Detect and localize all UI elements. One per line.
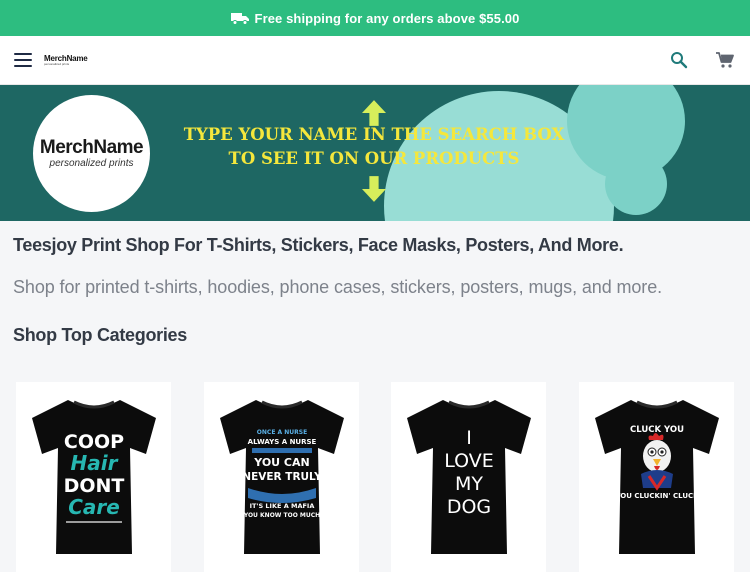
shirt-line: Care bbox=[68, 495, 120, 519]
shirt-line: NEVER TRULY bbox=[242, 471, 322, 483]
banner-logo-name: MerchName bbox=[39, 137, 144, 158]
shirt-line: ALWAYS A NURSE bbox=[247, 438, 316, 446]
shirt-line: DONT bbox=[63, 475, 124, 497]
product-card[interactable]: ONCE A NURSE ALWAYS A NURSE YOU CAN NEVE… bbox=[204, 382, 359, 572]
arrow-down-icon bbox=[362, 176, 386, 202]
product-card[interactable]: I LOVE MY DOG bbox=[391, 382, 546, 572]
product-card[interactable]: COOP Hair DONT Care bbox=[16, 382, 171, 572]
menu-icon[interactable] bbox=[14, 53, 32, 67]
truck-icon bbox=[230, 12, 249, 25]
promo-bar: Free shipping for any orders above $55.0… bbox=[0, 0, 750, 36]
banner-line-2: TO SEE IT ON OUR PRODUCTS bbox=[228, 149, 520, 168]
banner-logo-tagline: personalized prints bbox=[49, 158, 134, 169]
page-title: Teesjoy Print Shop For T-Shirts, Sticker… bbox=[13, 235, 624, 255]
tshirt-image: I LOVE MY DOG bbox=[406, 400, 531, 554]
section-title: Shop Top Categories bbox=[13, 325, 187, 345]
shirt-line: LOVE bbox=[444, 450, 494, 472]
site-header: MerchName personalized prints bbox=[0, 36, 750, 85]
shirt-line: Hair bbox=[70, 451, 118, 475]
shirt-line: MY bbox=[455, 473, 483, 495]
promo-text: Free shipping for any orders above $55.0… bbox=[254, 10, 520, 26]
cart-icon[interactable] bbox=[714, 49, 736, 71]
shirt-line: YOU CAN bbox=[253, 456, 309, 469]
shirt-line: IT'S LIKE A MAFIA bbox=[249, 502, 314, 510]
shirt-line: CLUCK YOU bbox=[629, 425, 683, 435]
tshirt-image: CLUCK YOU YOU CLUCKIN' CLUCK bbox=[594, 400, 719, 554]
page-description: Shop for printed t-shirts, hoodies, phon… bbox=[13, 277, 663, 297]
tshirt-image: ONCE A NURSE ALWAYS A NURSE YOU CAN NEVE… bbox=[219, 400, 344, 554]
decor-bubble bbox=[605, 153, 667, 215]
banner-logo: MerchName personalized prints bbox=[33, 95, 150, 212]
banner-headline: TYPE YOUR NAME IN THE SEARCH BOX TO SEE … bbox=[168, 123, 580, 171]
tshirt-image: COOP Hair DONT Care bbox=[31, 400, 156, 554]
banner-line-1: TYPE YOUR NAME IN THE SEARCH BOX bbox=[183, 125, 565, 144]
shirt-line: YOU KNOW TOO MUCH bbox=[242, 512, 319, 519]
shirt-line: COOP bbox=[63, 431, 123, 453]
shirt-line: YOU CLUCKIN' CLUCK bbox=[614, 492, 699, 500]
product-card[interactable]: CLUCK YOU YOU CLUCKIN' CLUCK bbox=[579, 382, 734, 572]
shirt-line: ONCE A NURSE bbox=[256, 429, 306, 436]
site-logo[interactable]: MerchName personalized prints bbox=[44, 54, 88, 66]
shirt-line: DOG bbox=[446, 496, 490, 518]
search-icon[interactable] bbox=[668, 49, 690, 71]
site-logo-tagline: personalized prints bbox=[44, 61, 70, 66]
hero-banner[interactable]: MerchName personalized prints TYPE YOUR … bbox=[0, 85, 750, 221]
shirt-line: I bbox=[466, 427, 472, 449]
